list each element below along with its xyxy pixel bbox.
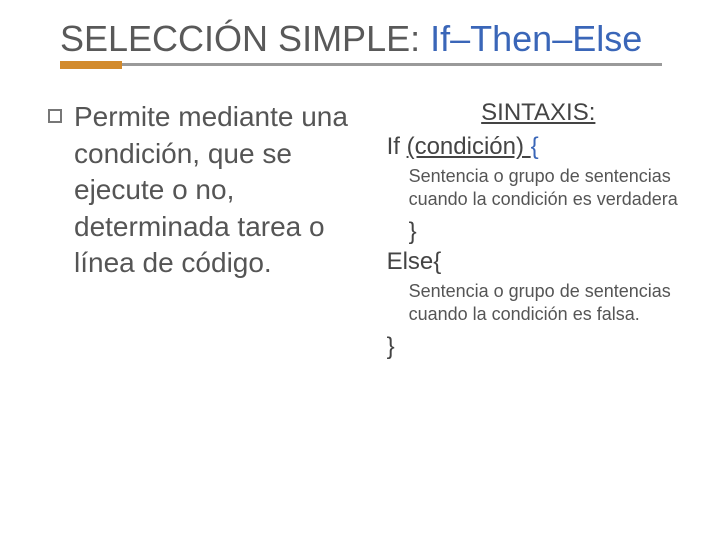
condition-text: (condición) bbox=[407, 133, 531, 160]
true-branch-text: Sentencia o grupo de sentencias cuando l… bbox=[387, 165, 690, 210]
underline-gray bbox=[122, 63, 662, 66]
syntax-heading: SINTAXIS: bbox=[387, 99, 690, 127]
title-part-dark: SELECCIÓN SIMPLE: bbox=[60, 18, 430, 59]
title-part-blue: If–Then–Else bbox=[430, 18, 642, 59]
if-keyword: If bbox=[387, 133, 407, 160]
else-line: Else{ bbox=[387, 248, 690, 276]
title-underline bbox=[60, 61, 680, 69]
left-column: Permite mediante una condición, que se e… bbox=[48, 99, 367, 361]
close-brace-1: } bbox=[387, 218, 690, 246]
right-column: SINTAXIS: If (condición) { Sentencia o g… bbox=[387, 99, 690, 361]
if-line: If (condición) { bbox=[387, 133, 690, 161]
slide-title: SELECCIÓN SIMPLE: If–Then–Else bbox=[60, 18, 680, 59]
title-area: SELECCIÓN SIMPLE: If–Then–Else bbox=[0, 0, 720, 75]
underline-orange bbox=[60, 61, 122, 69]
false-branch-text: Sentencia o grupo de sentencias cuando l… bbox=[387, 280, 690, 325]
description-text: Permite mediante una condición, que se e… bbox=[74, 99, 367, 361]
content-area: Permite mediante una condición, que se e… bbox=[0, 75, 720, 361]
open-brace: { bbox=[531, 133, 539, 160]
close-brace-2: } bbox=[387, 333, 690, 361]
bullet-square-icon bbox=[48, 109, 62, 123]
